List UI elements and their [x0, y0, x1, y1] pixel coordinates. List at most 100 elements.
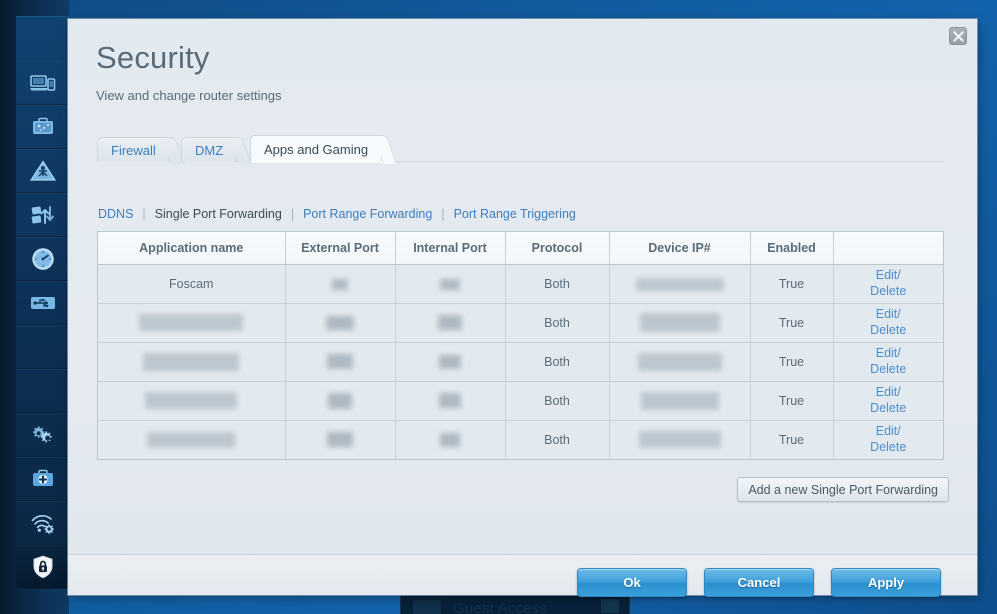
redacted-value: [327, 432, 353, 448]
column-header-device-ip: Device IP#: [609, 232, 751, 265]
tab-dmz-label: DMZ: [195, 142, 224, 158]
cell-actions[interactable]: Edit/ Delete: [833, 264, 944, 304]
table-header-row: Application name External Port Internal …: [98, 232, 943, 265]
page-subtitle: View and change router settings: [96, 88, 282, 104]
dialog-header: Security View and change router settings: [96, 40, 282, 104]
close-x-glyph: [952, 30, 964, 42]
guest-access-card-icon: [413, 600, 441, 614]
cell-external-port: [285, 420, 396, 459]
sidebar-item-connectivity[interactable]: [16, 413, 69, 457]
sidebar-item-security[interactable]: [16, 545, 69, 589]
speedometer-icon: [31, 247, 55, 271]
edit-delete-link[interactable]: Edit/ Delete: [834, 385, 944, 416]
delete-link-label[interactable]: Delete: [834, 440, 944, 456]
subnav: DDNS | Single Port Forwarding | Port Ran…: [98, 207, 576, 221]
subnav-link-port-range-forwarding[interactable]: Port Range Forwarding: [303, 207, 432, 221]
edit-delete-link[interactable]: Edit/ Delete: [834, 424, 944, 455]
redacted-value: [139, 314, 244, 331]
sidebar-item-guest-access[interactable]: [16, 105, 69, 149]
tab-firewall[interactable]: Firewall: [97, 137, 170, 162]
cell-internal-port: [395, 303, 506, 343]
subnav-separator: |: [290, 207, 295, 221]
table-row: Both True Edit/ Delete: [98, 420, 943, 459]
sidebar-item-media-prioritization[interactable]: [16, 193, 69, 237]
cell-protocol: Both: [505, 381, 610, 421]
cell-device-ip: [609, 342, 751, 382]
port-forwarding-table-wrapper: Application name External Port Internal …: [97, 231, 944, 460]
edit-delete-link[interactable]: Edit/ Delete: [834, 268, 944, 299]
cell-enabled: True: [750, 381, 834, 421]
close-icon[interactable]: [949, 27, 967, 45]
redacted-value: [439, 393, 461, 409]
sidebar-divider-1: [16, 325, 69, 369]
edit-link-label[interactable]: Edit/: [834, 346, 944, 362]
cell-device-ip: [609, 420, 751, 459]
redacted-value: [439, 354, 461, 369]
redacted-value: [440, 433, 460, 448]
cell-actions[interactable]: Edit/ Delete: [833, 342, 944, 382]
tab-strip: Firewall DMZ Apps and Gaming: [97, 135, 944, 163]
cell-actions[interactable]: Edit/ Delete: [833, 303, 944, 343]
guest-access-card-action-icon: [601, 599, 619, 613]
column-header-enabled: Enabled: [750, 232, 834, 265]
suitcase-icon: [31, 117, 55, 137]
cell-internal-port: [395, 420, 506, 459]
cell-protocol: Both: [505, 264, 610, 304]
edit-delete-link[interactable]: Edit/ Delete: [834, 307, 944, 338]
tab-dmz[interactable]: DMZ: [181, 137, 238, 162]
edit-link-label[interactable]: Edit/: [834, 268, 944, 284]
edit-link-label[interactable]: Edit/: [834, 385, 944, 401]
apply-button[interactable]: Apply: [831, 568, 941, 597]
cell-external-port: [285, 264, 396, 304]
sidebar-item-parental-controls[interactable]: [16, 149, 69, 193]
tab-apps-and-gaming[interactable]: Apps and Gaming: [250, 135, 393, 163]
ok-button[interactable]: Ok: [577, 568, 687, 597]
edit-delete-link[interactable]: Edit/ Delete: [834, 346, 944, 377]
subnav-link-port-range-triggering[interactable]: Port Range Triggering: [454, 207, 576, 221]
edit-link-label[interactable]: Edit/: [834, 424, 944, 440]
cell-protocol: Both: [505, 303, 610, 343]
subnav-link-single-port-forwarding[interactable]: Single Port Forwarding: [155, 207, 282, 221]
add-single-port-forwarding-button[interactable]: Add a new Single Port Forwarding: [737, 477, 949, 502]
redacted-value: [328, 392, 352, 409]
sidebar-top-spacer: [16, 17, 69, 61]
cell-device-ip: [609, 381, 751, 421]
sidebar-item-wireless[interactable]: [16, 501, 69, 545]
subnav-separator: |: [441, 207, 445, 221]
tab-firewall-label: Firewall: [111, 142, 156, 158]
gears-icon: [30, 424, 56, 446]
toolkit-plus-icon: [31, 469, 55, 489]
sidebar-item-speed-test[interactable]: [16, 237, 69, 281]
delete-link-label[interactable]: Delete: [834, 284, 944, 300]
column-header-protocol: Protocol: [505, 232, 610, 265]
cell-enabled: True: [750, 303, 834, 343]
delete-link-label[interactable]: Delete: [834, 362, 944, 378]
subnav-link-ddns[interactable]: DDNS: [98, 207, 133, 221]
sidebar-nav-list: [16, 16, 69, 589]
cancel-button[interactable]: Cancel: [704, 568, 814, 597]
tab-apps-and-gaming-label: Apps and Gaming: [264, 141, 369, 157]
cell-external-port: [285, 381, 396, 421]
cell-actions[interactable]: Edit/ Delete: [833, 381, 944, 421]
cell-application-name: Foscam: [98, 264, 286, 304]
cell-internal-port: [395, 342, 506, 382]
cell-actions[interactable]: Edit/ Delete: [833, 420, 943, 459]
delete-link-label[interactable]: Delete: [834, 323, 944, 339]
delete-link-label[interactable]: Delete: [834, 401, 944, 417]
cell-enabled: True: [750, 264, 834, 304]
cell-application-name: [98, 342, 286, 382]
cell-internal-port: [395, 381, 506, 421]
cell-application-name: [98, 381, 286, 421]
cell-device-ip: [609, 303, 751, 343]
edit-link-label[interactable]: Edit/: [834, 307, 944, 323]
security-settings-dialog: Security View and change router settings…: [68, 19, 977, 597]
wifi-gear-icon: [30, 512, 56, 534]
sidebar-item-external-storage[interactable]: [16, 281, 69, 325]
sidebar-item-troubleshooting[interactable]: [16, 457, 69, 501]
add-button-label: Add a new Single Port Forwarding: [748, 482, 938, 497]
cancel-button-label: Cancel: [737, 575, 781, 590]
redacted-value: [438, 315, 462, 331]
sidebar-item-device-list[interactable]: [16, 61, 69, 105]
port-forwarding-table: Application name External Port Internal …: [98, 232, 943, 459]
table-body: Foscam Both True Edit/ Delete Both True …: [98, 264, 943, 459]
